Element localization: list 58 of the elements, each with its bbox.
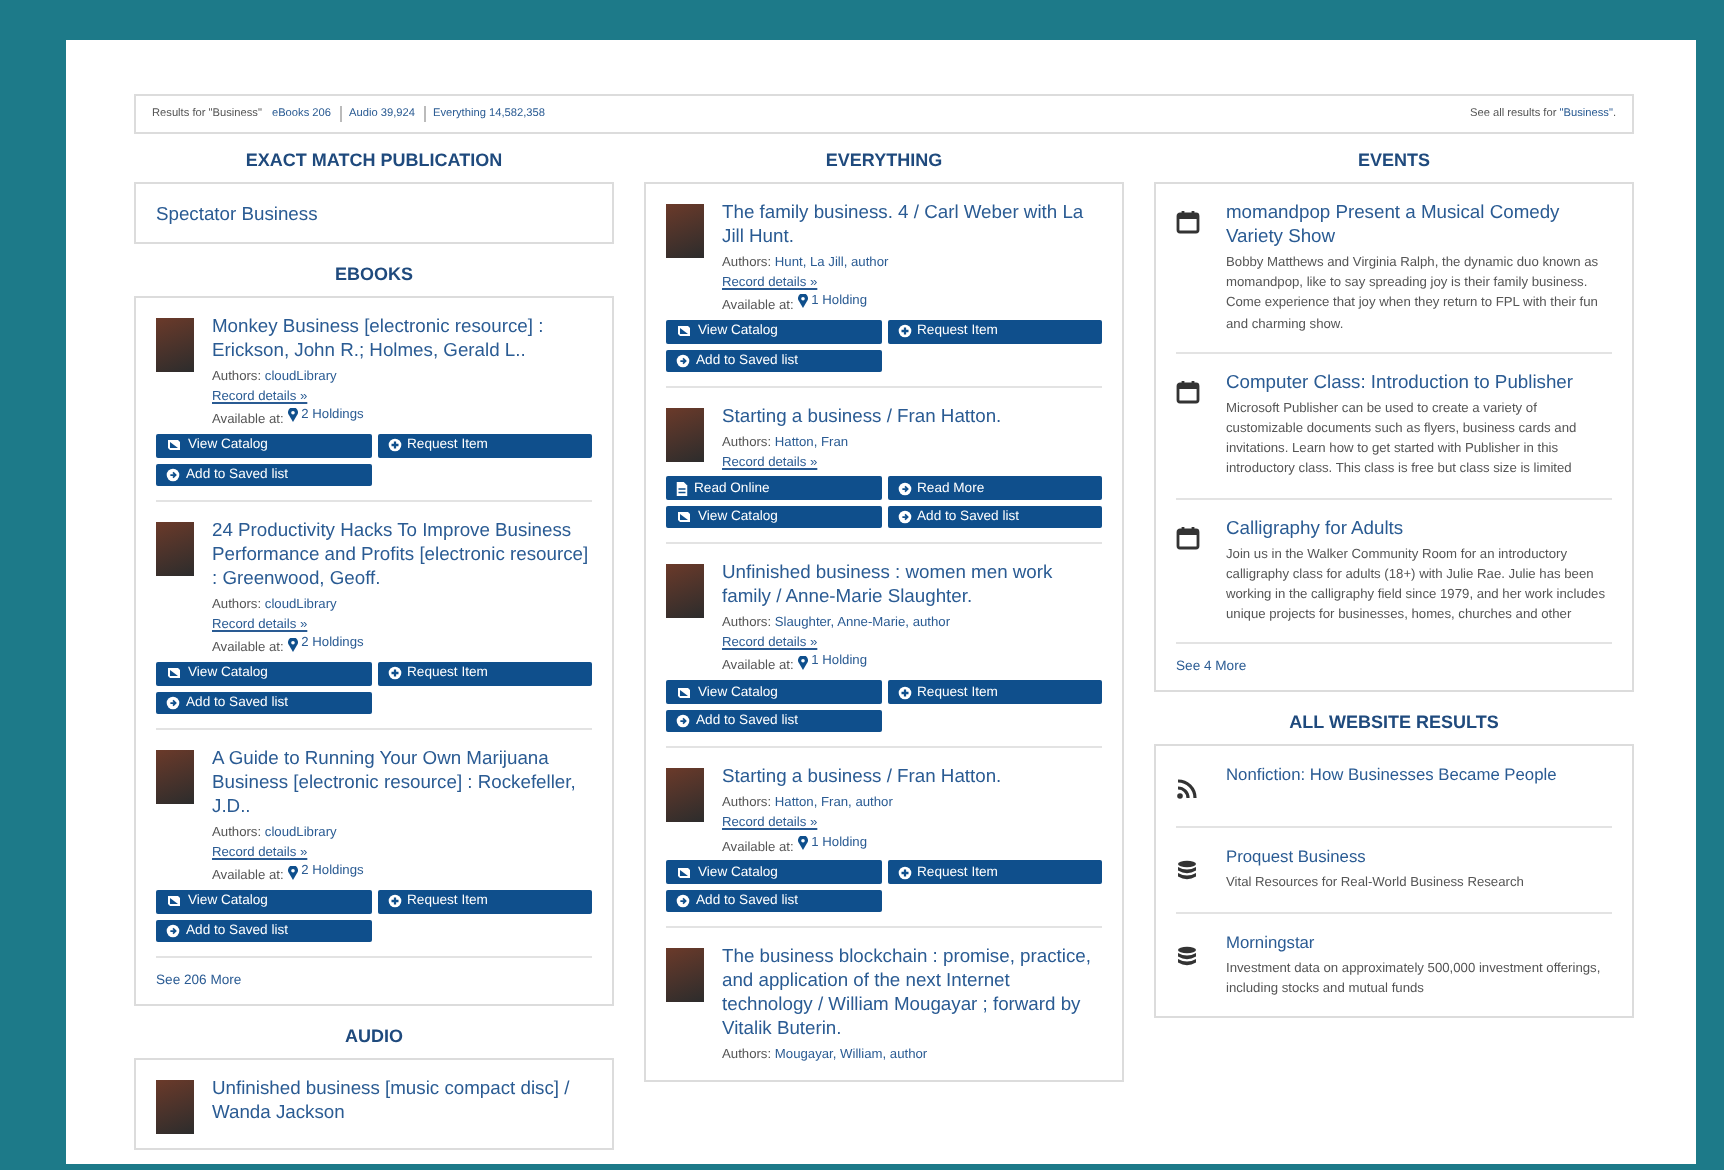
calendar-icon	[1176, 210, 1200, 234]
item-title[interactable]: The business blockchain : promise, practice, and application of the next Internet technology / William Mougayar ; forward by Vitalik Buterin.	[722, 944, 1102, 1041]
plus-circle-icon	[897, 324, 911, 339]
item-title[interactable]: Unfinished business : women men work family / Anne-Marie Slaughter.	[722, 560, 1102, 609]
book-cover-placeholder	[666, 408, 704, 463]
result-title[interactable]: Morningstar	[1226, 929, 1612, 954]
arrow-circle-icon	[897, 481, 911, 496]
item-title[interactable]: Monkey Business [electronic resource] : Erickson, John R.; Holmes, Gerald L..	[212, 314, 592, 362]
arrow-circle-icon	[676, 714, 690, 729]
item-title[interactable]: Unfinished business [music compact disc] / Wanda Jackson	[212, 1076, 592, 1125]
section-heading: EBOOKS	[332, 262, 415, 288]
arrow-circle-icon	[897, 510, 911, 525]
section-heading: ALL WEBSITE RESULTS	[1287, 710, 1501, 737]
plus-circle-icon	[387, 666, 401, 681]
book-cover-placeholder	[666, 564, 704, 619]
result-title[interactable]: Nonfiction: How Businesses Became People	[1226, 762, 1557, 787]
arrow-circle-icon	[676, 353, 690, 368]
publication-link[interactable]: Spectator Business	[156, 184, 592, 242]
calendar-icon	[1176, 379, 1200, 404]
book-cover-placeholder	[156, 522, 194, 577]
pin-icon	[287, 408, 298, 423]
result-title[interactable]: Proquest Business	[1226, 844, 1524, 869]
plus-circle-icon	[387, 438, 401, 453]
book-cover-placeholder	[666, 204, 704, 258]
section-heading: EVERYTHING	[823, 148, 945, 174]
result-title[interactable]: Computer Class: Introduction to Publisher	[1226, 369, 1612, 394]
plus-circle-icon	[897, 865, 911, 880]
book-cover-placeholder	[666, 768, 704, 823]
calendar-icon	[1176, 525, 1200, 550]
book-cover-placeholder	[156, 750, 194, 805]
book-cover-placeholder	[156, 318, 194, 372]
item-title[interactable]: 24 Productivity Hacks To Improve Business Performance and Profits [electronic resource] : Greenwood, Geoff.	[212, 518, 592, 591]
section-heading: AUDIO	[343, 1024, 405, 1051]
result-title[interactable]: Calligraphy for Adults	[1226, 515, 1612, 540]
item-title[interactable]: Starting a business / Fran Hatton.	[722, 404, 1102, 429]
section-heading: EXACT MATCH PUBLICATION	[243, 148, 505, 174]
arrow-circle-icon	[166, 923, 180, 938]
arrow-circle-icon	[676, 894, 690, 909]
pin-icon	[287, 865, 298, 880]
result-title[interactable]: momandpop Present a Musical Comedy Variety Show	[1226, 200, 1612, 248]
item-title[interactable]: A Guide to Running Your Own Marijuana Business [electronic resource] : Rockefeller, J.D..	[212, 746, 592, 819]
section-heading: EVENTS	[1355, 148, 1432, 174]
pin-icon	[797, 655, 808, 670]
book-cover-placeholder	[156, 1080, 194, 1135]
document-icon	[676, 481, 688, 496]
pin-icon	[797, 835, 808, 850]
database-icon	[1176, 860, 1198, 883]
arrow-circle-icon	[166, 467, 180, 482]
plus-circle-icon	[387, 894, 401, 909]
database-icon	[1176, 945, 1198, 968]
arrow-circle-icon	[166, 695, 180, 710]
book-cover-placeholder	[666, 948, 704, 1003]
plus-circle-icon	[897, 685, 911, 700]
pin-icon	[287, 637, 298, 652]
rss-icon	[1176, 778, 1198, 801]
item-title[interactable]: The family business. 4 / Carl Weber with La Jill Hunt.	[722, 200, 1102, 248]
pin-icon	[797, 294, 808, 309]
item-title[interactable]: Starting a business / Fran Hatton.	[722, 764, 1102, 789]
